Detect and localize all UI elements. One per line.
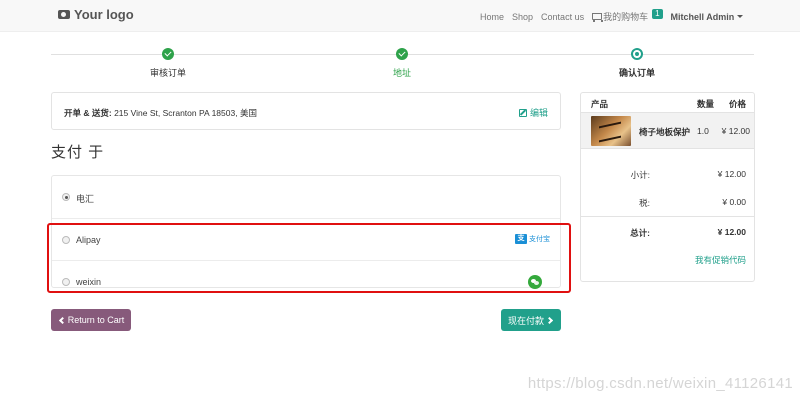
total-row: 总计: ¥ 12.00 (581, 216, 754, 244)
product-price: ¥ 12.00 (721, 126, 750, 136)
return-to-cart-label: Return to Cart (67, 315, 125, 325)
payment-methods-list: 电汇 Alipay 支 支付宝 weixin (51, 175, 561, 289)
shopping-cart-icon (592, 13, 604, 22)
pay-now-button[interactable]: 现在付款 (501, 309, 561, 331)
site-logo[interactable]: Your logo (58, 7, 134, 22)
payment-method-name: 电汇 (76, 194, 95, 204)
promo-code-link[interactable]: 我有促销代码 (695, 254, 746, 266)
alipay-mark: 支 (515, 234, 527, 244)
checkout-progress: 审核订单 地址 确认订单 (51, 45, 754, 85)
product-qty: 1.0 (697, 126, 709, 136)
current-step-icon (631, 48, 643, 60)
tax-row: 税: ¥ 0.00 (581, 187, 754, 215)
edit-icon (518, 108, 527, 117)
product-thumbnail[interactable] (591, 116, 631, 146)
radio-selected[interactable] (62, 193, 70, 201)
product-name[interactable]: 椅子地板保护 (639, 126, 690, 138)
cart-link[interactable]: 我的购物车 1 (592, 8, 663, 23)
summary-product-row: 椅子地板保护 1.0 ¥ 12.00 (581, 113, 754, 149)
check-icon (396, 48, 408, 60)
watermark-text: https://blog.csdn.net/weixin_41126141 (527, 375, 793, 392)
order-summary: 产品 数量 价格 椅子地板保护 1.0 ¥ 12.00 小计: ¥ 12.00 … (580, 92, 755, 282)
pay-now-label: 现在付款 (507, 315, 544, 326)
edit-address-link[interactable]: 编辑 (518, 106, 548, 119)
user-name: Mitchell Admin (670, 11, 735, 22)
step-label: 审核订单 (149, 68, 186, 78)
chevron-left-icon (58, 316, 66, 324)
main-nav: Home Shop Contact us 我的购物车 1 Mitchell Ad… (480, 8, 744, 23)
subtotal-label: 小计: (630, 170, 650, 180)
radio-button[interactable] (62, 278, 70, 286)
wechat-logo-icon (528, 275, 542, 289)
payment-option-alipay[interactable]: Alipay 支 支付宝 (52, 219, 560, 261)
address-label: 开单 & 送货: (64, 108, 112, 118)
billing-shipping-card: 开单 & 送货: 215 Vine St, Scranton PA 18503,… (51, 92, 561, 130)
alipay-logo-icon: 支 支付宝 (515, 234, 550, 244)
nav-shop-link[interactable]: Shop (512, 12, 533, 22)
total-label: 总计: (630, 228, 650, 238)
top-navbar: Your logo Home Shop Contact us 我的购物车 1 M… (0, 0, 800, 32)
cart-label: 我的购物车 (603, 12, 649, 22)
step-label: 地址 (392, 68, 411, 78)
nav-home-link[interactable]: Home (480, 12, 504, 22)
chevron-right-icon (545, 316, 554, 324)
check-icon (162, 48, 174, 60)
alipay-logo-text: 支付宝 (529, 236, 550, 243)
summary-header: 产品 数量 价格 (581, 93, 754, 113)
header-price: 价格 (728, 99, 746, 109)
return-to-cart-button[interactable]: Return to Cart (51, 309, 131, 331)
tax-label: 税: (639, 198, 650, 208)
subtotal-row: 小计: ¥ 12.00 (581, 159, 754, 187)
header-qty: 数量 (697, 99, 715, 109)
camera-icon (58, 10, 70, 19)
payment-option-weixin[interactable]: weixin (52, 261, 560, 289)
payment-option-wire-transfer[interactable]: 电汇 (52, 176, 560, 219)
user-menu[interactable]: Mitchell Admin (671, 12, 744, 22)
nav-contact-link[interactable]: Contact us (541, 12, 584, 22)
address-value: 215 Vine St, Scranton PA 18503, 美国 (114, 108, 257, 118)
payment-method-name: weixin (76, 277, 102, 287)
address-text: 开单 & 送货: 215 Vine St, Scranton PA 18503,… (64, 107, 257, 119)
header-product: 产品 (591, 99, 609, 109)
step-label: 确认订单 (618, 68, 655, 78)
payment-title: 支付 于 (51, 144, 105, 161)
step-address[interactable]: 地址 (342, 48, 462, 79)
total-value: ¥ 12.00 (717, 227, 746, 237)
step-review-order[interactable]: 审核订单 (108, 48, 228, 79)
step-confirm-order: 确认订单 (577, 48, 697, 79)
subtotal-value: ¥ 12.00 (717, 169, 746, 179)
tax-value: ¥ 0.00 (722, 197, 746, 207)
cart-count-badge: 1 (652, 8, 663, 19)
radio-button[interactable] (62, 236, 70, 244)
logo-text: Your logo (74, 7, 134, 22)
caret-down-icon (737, 15, 744, 18)
edit-label: 编辑 (529, 108, 548, 118)
payment-method-name: Alipay (76, 235, 101, 245)
